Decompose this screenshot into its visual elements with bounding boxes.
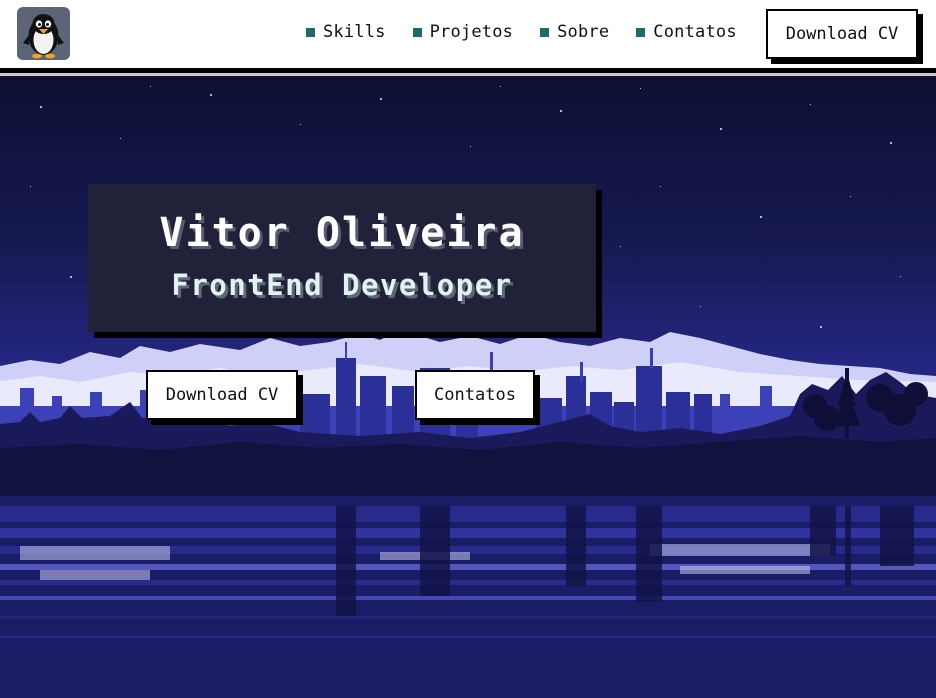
hero-download-cv-button[interactable]: Download CV (146, 370, 298, 420)
header-download-cv-button[interactable]: Download CV (766, 9, 918, 59)
nav-sobre-label: Sobre (557, 22, 610, 42)
nav-skills-label: Skills (323, 22, 386, 42)
hero-role: FrontEnd Developer (171, 268, 513, 302)
nav-skills[interactable]: Skills (306, 22, 386, 42)
hero-section: Vitor Oliveira FrontEnd Developer Downlo… (0, 76, 936, 698)
nav-projetos[interactable]: Projetos (412, 22, 514, 42)
penguin-icon (23, 14, 64, 59)
nav-contatos-label: Contatos (653, 22, 737, 42)
square-bullet-icon (306, 27, 315, 37)
logo[interactable] (17, 7, 70, 60)
site-header: Skills Projetos Sobre Contatos Download … (0, 0, 936, 68)
hero-name: Vitor Oliveira (159, 210, 525, 256)
main-nav: Skills Projetos Sobre Contatos (306, 22, 737, 42)
square-bullet-icon (636, 27, 646, 37)
square-bullet-icon (412, 27, 422, 37)
hero-title-card: Vitor Oliveira FrontEnd Developer (88, 184, 596, 332)
nav-sobre[interactable]: Sobre (540, 22, 609, 42)
nav-projetos-label: Projetos (429, 22, 514, 42)
square-bullet-icon (540, 27, 550, 37)
hero-contatos-button[interactable]: Contatos (415, 370, 535, 420)
nav-contatos[interactable]: Contatos (636, 22, 737, 42)
